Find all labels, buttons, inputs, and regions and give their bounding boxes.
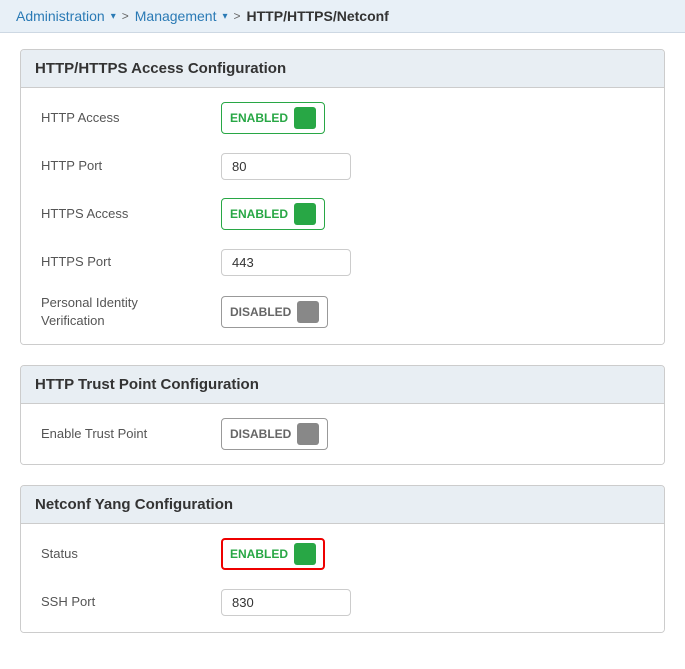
section-body-trust-point: Enable Trust Point DISABLED [21,404,664,464]
section-body-http-access: HTTP Access ENABLED HTTP Port HTTPS Access E… [21,88,664,344]
toggle-https-access[interactable]: ENABLED [221,198,325,230]
form-row-enable-trust: Enable Trust Point DISABLED [41,418,644,450]
control-https-access: ENABLED [221,198,644,230]
form-row-http-port: HTTP Port [41,150,644,182]
control-status: ENABLED [221,538,644,570]
label-http-port: HTTP Port [41,157,221,175]
label-enable-trust: Enable Trust Point [41,425,221,443]
control-piv: DISABLED [221,296,644,328]
input-ssh-port[interactable] [221,589,351,616]
toggle-indicator-status [294,543,316,565]
control-https-port [221,249,644,276]
toggle-label-http-access: ENABLED [230,111,288,125]
input-https-port[interactable] [221,249,351,276]
toggle-enable-trust[interactable]: DISABLED [221,418,328,450]
section-header-trust-point: HTTP Trust Point Configuration [21,366,664,404]
admin-dropdown-arrow[interactable]: ▾ [111,11,116,22]
toggle-status[interactable]: ENABLED [221,538,325,570]
label-piv: Personal IdentityVerification [41,294,221,330]
control-http-port [221,153,644,180]
section-trust-point: HTTP Trust Point Configuration Enable Tru… [20,365,665,465]
breadcrumb-admin-link[interactable]: Administration [16,8,105,24]
main-content: HTTP/HTTPS Access ConfigurationHTTP Acce… [0,33,685,669]
form-row-http-access: HTTP Access ENABLED [41,102,644,134]
section-netconf: Netconf Yang ConfigurationStatusENABLEDS… [20,485,665,633]
form-row-ssh-port: SSH Port [41,586,644,618]
form-row-https-access: HTTPS Access ENABLED [41,198,644,230]
breadcrumb-current: HTTP/HTTPS/Netconf [247,8,389,24]
mgmt-dropdown-arrow[interactable]: ▾ [222,11,227,22]
label-http-access: HTTP Access [41,109,221,127]
input-http-port[interactable] [221,153,351,180]
section-http-access: HTTP/HTTPS Access ConfigurationHTTP Acce… [20,49,665,345]
toggle-label-enable-trust: DISABLED [230,427,291,441]
form-row-piv: Personal IdentityVerification DISABLED [41,294,644,330]
label-https-access: HTTPS Access [41,205,221,223]
toggle-label-https-access: ENABLED [230,207,288,221]
label-status: Status [41,545,221,563]
toggle-indicator-https-access [294,203,316,225]
control-ssh-port [221,589,644,616]
toggle-label-piv: DISABLED [230,305,291,319]
breadcrumb-sep2: > [234,9,241,23]
breadcrumb: Administration ▾ > Management ▾ > HTTP/H… [0,0,685,33]
breadcrumb-mgmt-link[interactable]: Management [135,8,217,24]
control-enable-trust: DISABLED [221,418,644,450]
toggle-indicator-http-access [294,107,316,129]
label-ssh-port: SSH Port [41,593,221,611]
form-row-status: Status ENABLED [41,538,644,570]
section-body-netconf: Status ENABLED SSH Port [21,524,664,632]
label-https-port: HTTPS Port [41,253,221,271]
breadcrumb-sep1: > [122,9,129,23]
toggle-http-access[interactable]: ENABLED [221,102,325,134]
control-http-access: ENABLED [221,102,644,134]
toggle-indicator-piv [297,301,319,323]
toggle-label-status: ENABLED [230,547,288,561]
toggle-piv[interactable]: DISABLED [221,296,328,328]
section-header-http-access: HTTP/HTTPS Access Configuration [21,50,664,88]
section-header-netconf: Netconf Yang Configuration [21,486,664,524]
toggle-indicator-enable-trust [297,423,319,445]
form-row-https-port: HTTPS Port [41,246,644,278]
